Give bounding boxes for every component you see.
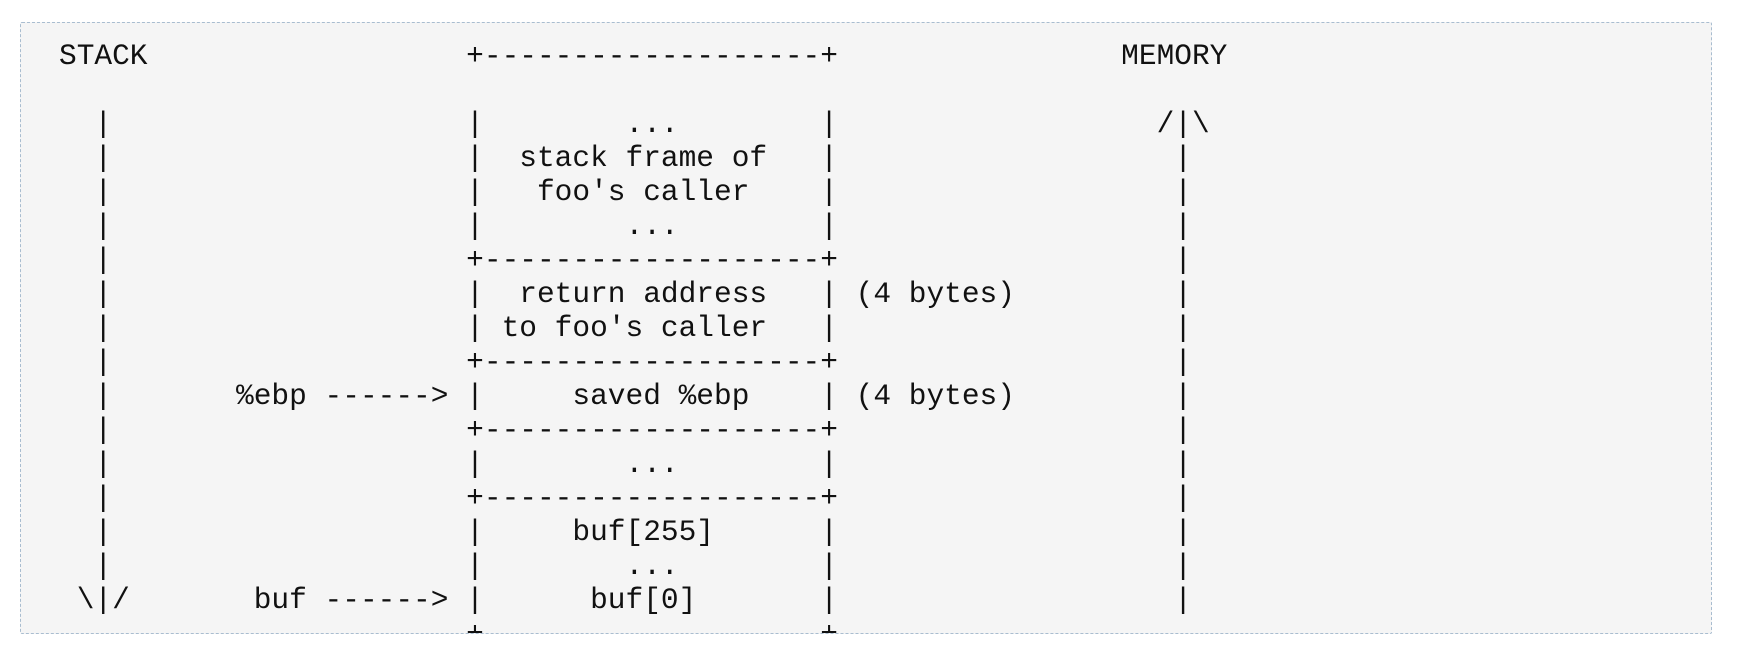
stack-memory-ascii-diagram: STACK +-------------------+ MEMORY | | .… [59, 39, 1228, 634]
diagram-line-return-address-label-2: | | to foo's caller | | [59, 311, 1192, 345]
diagram-line-buffer-first-byte: \|/ buf ------> | buf[0] | | [59, 583, 1192, 617]
diagram-line-return-address-top: | +-------------------+ | [59, 243, 1192, 277]
diagram-line-middle-ellipsis: | | ... | | [59, 447, 1192, 481]
diagram-line-buffer-bottom: +-------------------+ [59, 617, 838, 634]
diagram-line-stack-memory-headers: STACK +-------------------+ MEMORY [59, 39, 1228, 73]
diagram-line-buffer-top: | +-------------------+ | [59, 481, 1192, 515]
diagram-line-caller-frame-top [59, 73, 1227, 107]
diagram-line-caller-frame-ellipsis-bottom: | | ... | | [59, 209, 1192, 243]
diagram-line-return-address-label-1: | | return address | (4 bytes) | [59, 277, 1192, 311]
diagram-line-buffer-last-byte: | | buf[255] | | [59, 515, 1192, 549]
code-block: STACK +-------------------+ MEMORY | | .… [20, 22, 1712, 634]
diagram-line-caller-frame-label-2: | | foo's caller | | [59, 175, 1192, 209]
diagram-line-caller-frame-label-1: | | stack frame of | | [59, 141, 1192, 175]
diagram-line-caller-frame-ellipsis-top: | | ... | /|\ [59, 107, 1210, 141]
diagram-line-buffer-ellipsis: | | ... | | [59, 549, 1192, 583]
diagram-line-saved-ebp-label: | %ebp ------> | saved %ebp | (4 bytes) … [59, 379, 1192, 413]
diagram-line-saved-ebp-bottom: | +-------------------+ | [59, 413, 1192, 447]
diagram-line-saved-ebp-top: | +-------------------+ | [59, 345, 1192, 379]
